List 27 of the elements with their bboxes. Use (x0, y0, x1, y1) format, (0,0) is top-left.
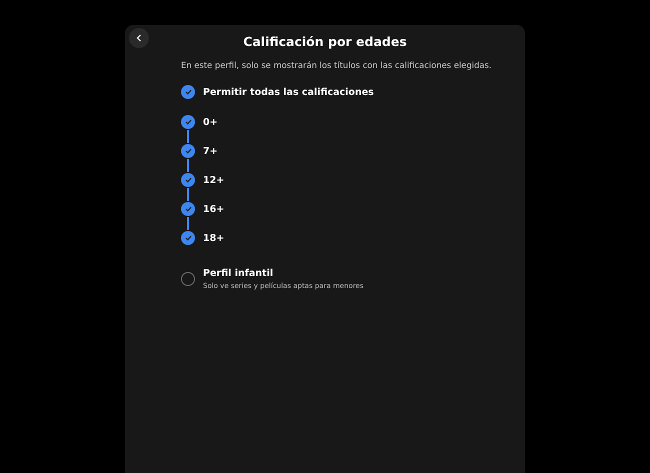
connector-line (187, 188, 189, 201)
description-text: En este perfil, solo se mostrarán los títulos con las calificaciones elegidas. (181, 60, 493, 70)
connector-line (187, 217, 189, 230)
back-button[interactable] (129, 28, 149, 48)
checkmark-icon (184, 119, 192, 125)
rating-label: 7+ (203, 146, 218, 156)
checkbox[interactable] (181, 173, 195, 187)
checkbox-label: Permitir todas las calificaciones (203, 86, 374, 98)
rating-label: 18+ (203, 232, 224, 244)
checkbox[interactable] (181, 85, 195, 99)
checkmark-icon (184, 89, 192, 95)
connector-line (187, 159, 189, 172)
dialog-title: Calificación por edades (243, 34, 407, 48)
checkmark-icon (184, 177, 192, 183)
rating-label: 12+ (203, 174, 224, 186)
rating-label: 16+ (203, 204, 224, 214)
checkmark-icon (184, 235, 192, 241)
checkbox[interactable] (181, 115, 195, 129)
checkmark-icon (184, 206, 192, 212)
checkbox[interactable] (181, 144, 195, 158)
option-label: Perfil infantil (203, 268, 274, 279)
checkbox[interactable] (181, 202, 195, 216)
radio-button[interactable] (181, 272, 195, 286)
connector-line (187, 130, 189, 143)
checkmark-icon (184, 148, 192, 154)
rating-label: 0+ (203, 116, 218, 128)
checkbox[interactable] (181, 231, 195, 245)
